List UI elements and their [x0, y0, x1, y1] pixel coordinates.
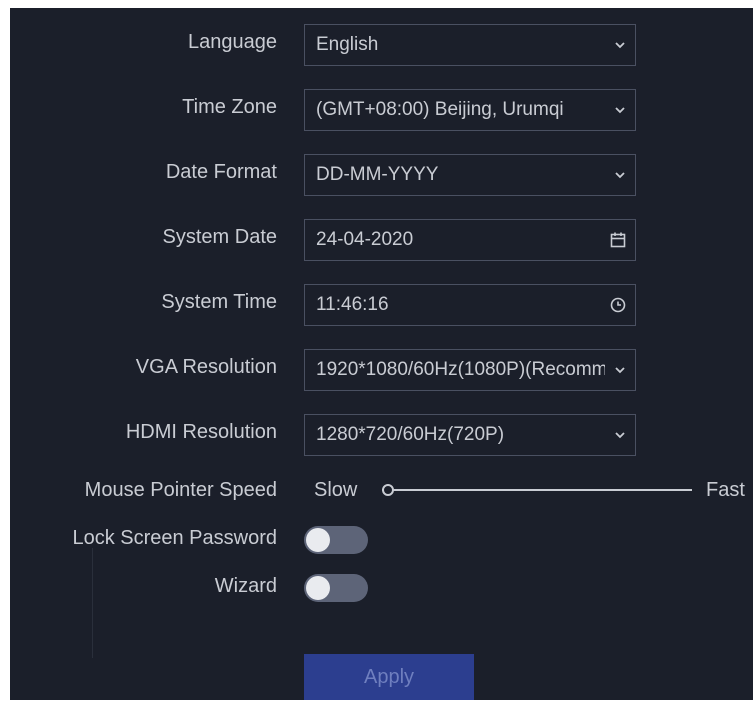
system-date-value: 24-04-2020 — [316, 229, 414, 250]
language-select[interactable]: English — [304, 24, 636, 66]
toggle-knob — [306, 528, 330, 552]
system-date-row: System Date 24-04-2020 — [10, 213, 753, 261]
vga-resolution-label: VGA Resolution — [135, 356, 277, 378]
settings-panel: Language English Time Zone (GMT+08:00) B… — [10, 8, 753, 700]
mouse-pointer-speed-label: Mouse Pointer Speed — [84, 479, 277, 501]
language-value: English — [316, 34, 379, 55]
divider — [92, 548, 93, 658]
system-time-label: System Time — [161, 291, 277, 313]
date-format-row: Date Format DD-MM-YYYY — [10, 148, 753, 196]
system-time-value: 11:46:16 — [316, 294, 389, 315]
hdmi-resolution-select[interactable]: 1280*720/60Hz(720P) — [304, 414, 636, 456]
apply-button[interactable]: Apply — [304, 654, 474, 700]
language-row: Language English — [10, 18, 753, 66]
language-label: Language — [188, 31, 277, 53]
time-zone-value: (GMT+08:00) Beijing, Urumqi — [316, 99, 564, 120]
lock-screen-password-toggle[interactable] — [304, 526, 368, 554]
system-date-label: System Date — [162, 226, 277, 248]
mouse-pointer-speed-row: Mouse Pointer Speed Slow Fast — [10, 466, 753, 514]
lock-screen-password-row: Lock Screen Password — [10, 514, 753, 562]
clock-icon[interactable] — [609, 285, 627, 325]
hdmi-resolution-value: 1280*720/60Hz(720P) — [316, 424, 505, 445]
hdmi-resolution-label: HDMI Resolution — [125, 421, 277, 443]
chevron-down-icon — [613, 350, 627, 390]
lock-screen-password-label: Lock Screen Password — [72, 527, 277, 549]
mouse-speed-slider[interactable] — [382, 484, 692, 496]
chevron-down-icon — [613, 155, 627, 195]
slider-handle[interactable] — [382, 484, 394, 496]
date-format-select[interactable]: DD-MM-YYYY — [304, 154, 636, 196]
fast-label: Fast — [706, 479, 745, 501]
system-time-row: System Time 11:46:16 — [10, 278, 753, 326]
vga-resolution-row: VGA Resolution 1920*1080/60Hz(1080P)(Rec… — [10, 343, 753, 391]
wizard-toggle[interactable] — [304, 574, 368, 602]
date-format-value: DD-MM-YYYY — [316, 164, 439, 185]
system-date-field[interactable]: 24-04-2020 — [304, 219, 636, 261]
toggle-knob — [306, 576, 330, 600]
time-zone-label: Time Zone — [182, 96, 277, 118]
chevron-down-icon — [613, 90, 627, 130]
hdmi-resolution-row: HDMI Resolution 1280*720/60Hz(720P) — [10, 408, 753, 456]
vga-resolution-select[interactable]: 1920*1080/60Hz(1080P)(Recommended) — [304, 349, 636, 391]
date-format-label: Date Format — [165, 161, 277, 183]
slow-label: Slow — [314, 479, 358, 501]
time-zone-select[interactable]: (GMT+08:00) Beijing, Urumqi — [304, 89, 636, 131]
chevron-down-icon — [613, 415, 627, 455]
wizard-label: Wizard — [214, 575, 277, 597]
calendar-icon[interactable] — [609, 220, 627, 260]
system-time-field[interactable]: 11:46:16 — [304, 284, 636, 326]
chevron-down-icon — [613, 25, 627, 65]
wizard-row: Wizard — [10, 562, 753, 610]
time-zone-row: Time Zone (GMT+08:00) Beijing, Urumqi — [10, 83, 753, 131]
vga-resolution-value: 1920*1080/60Hz(1080P)(Recommended) — [316, 359, 605, 380]
